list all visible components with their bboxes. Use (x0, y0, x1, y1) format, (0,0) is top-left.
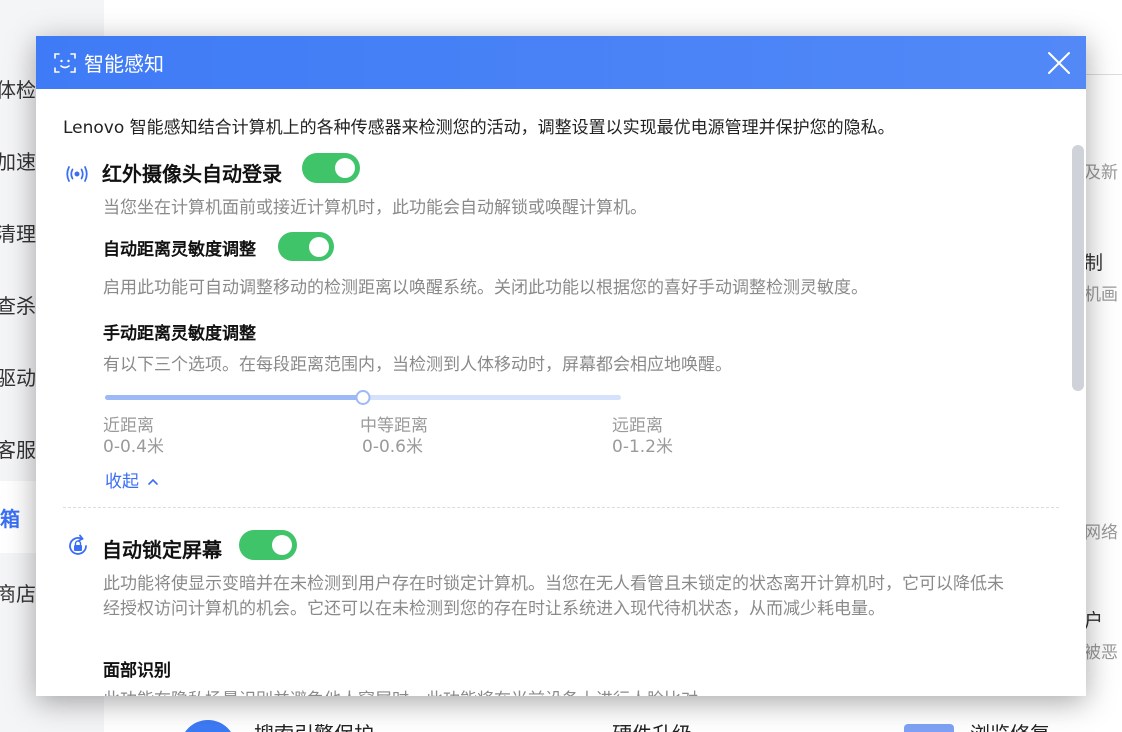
background-tool-label[interactable]: 硬件升级 (612, 718, 692, 732)
background-text: 被恶 (1084, 643, 1118, 663)
chevron-up-icon (148, 478, 159, 485)
ir-signal-icon (66, 166, 88, 182)
ir-login-toggle[interactable] (302, 153, 360, 183)
slider-thumb[interactable] (355, 390, 371, 405)
face-recognition-description: 此功能在隐私场景识别并避免他人窥屏时，此功能将在当前设备上进行人脸比对。 (103, 687, 715, 696)
background-tool-label[interactable]: 浏览修复 (970, 718, 1050, 732)
nav-item-clean[interactable]: 清理 (0, 218, 36, 247)
auto-lock-toggle[interactable] (239, 530, 297, 560)
nav-item-checkup[interactable]: 体检 (0, 74, 36, 103)
auto-distance-title: 自动距离灵敏度调整 (103, 240, 256, 260)
auto-distance-description: 启用此功能可自动调整移动的检测距离以唤醒系统。关闭此功能以根据您的喜好手动调整检… (103, 278, 868, 298)
face-recognition-title: 面部识别 (103, 661, 171, 681)
auto-lock-title: 自动锁定屏幕 (102, 538, 222, 562)
ir-login-title: 红外摄像头自动登录 (102, 162, 282, 186)
background-text: 制 (1084, 252, 1104, 274)
manual-distance-title: 手动距离灵敏度调整 (103, 324, 256, 344)
background-text: 户 (1084, 610, 1104, 632)
background-tool-label[interactable]: 搜索引擎保护 (254, 718, 374, 732)
shield-icon (180, 720, 236, 732)
nav-item-scan[interactable]: 查杀 (0, 290, 36, 319)
collapse-link[interactable]: 收起 (105, 467, 159, 492)
slider-fill (105, 395, 363, 400)
dialog-title: 智能感知 (84, 52, 164, 76)
background-text: 机画 (1084, 285, 1118, 305)
section-divider (63, 507, 1059, 508)
nav-item-speedup[interactable]: 加速 (0, 146, 36, 175)
option-far-range: 0-1.2米 (612, 437, 673, 457)
auto-distance-toggle[interactable] (278, 232, 334, 261)
nav-item-store[interactable]: 商店 (0, 578, 36, 607)
background-text: 及新 (1084, 163, 1118, 183)
scrollbar[interactable] (1072, 145, 1084, 391)
smart-sensing-dialog: 智能感知 Lenovo 智能感知结合计算机上的各种传感器来检测您的活动，调整设置… (36, 36, 1086, 696)
lock-refresh-icon (69, 534, 87, 555)
collapse-label: 收起 (105, 472, 139, 492)
auto-lock-description-line1: 此功能将使显示变暗并在未检测到用户存在时锁定计算机。当您在无人看管且未锁定的状态… (103, 574, 1004, 594)
dialog-content[interactable]: Lenovo 智能感知结合计算机上的各种传感器来检测您的活动，调整设置以实现最优… (36, 89, 1086, 696)
background-text: 网络 (1084, 523, 1118, 543)
intro-text: Lenovo 智能感知结合计算机上的各种传感器来检测您的活动，调整设置以实现最优… (63, 118, 895, 138)
distance-slider[interactable] (105, 390, 621, 405)
nav-item-driver[interactable]: 驱动 (0, 362, 36, 391)
auto-lock-description-line2: 经授权访问计算机的机会。它还可以在未检测到您的存在时让系统进入现代待机状态，从而… (103, 599, 885, 619)
nav-item-service[interactable]: 客服 (0, 434, 36, 463)
image-icon (904, 724, 954, 732)
option-near-range: 0-0.4米 (103, 437, 164, 457)
close-icon[interactable] (1046, 50, 1072, 76)
manual-distance-description: 有以下三个选项。在每段距离范围内，当检测到人体移动时，屏幕都会相应地唤醒。 (103, 355, 732, 375)
dialog-titlebar: 智能感知 (36, 36, 1086, 89)
ir-login-description: 当您坐在计算机面前或接近计算机时，此功能会自动解锁或唤醒计算机。 (103, 198, 647, 218)
background-divider (1084, 74, 1122, 75)
option-medium-range: 0-0.6米 (362, 437, 423, 457)
nav-item-toolbox[interactable]: 箱 (0, 481, 40, 553)
face-scan-icon (54, 52, 76, 73)
